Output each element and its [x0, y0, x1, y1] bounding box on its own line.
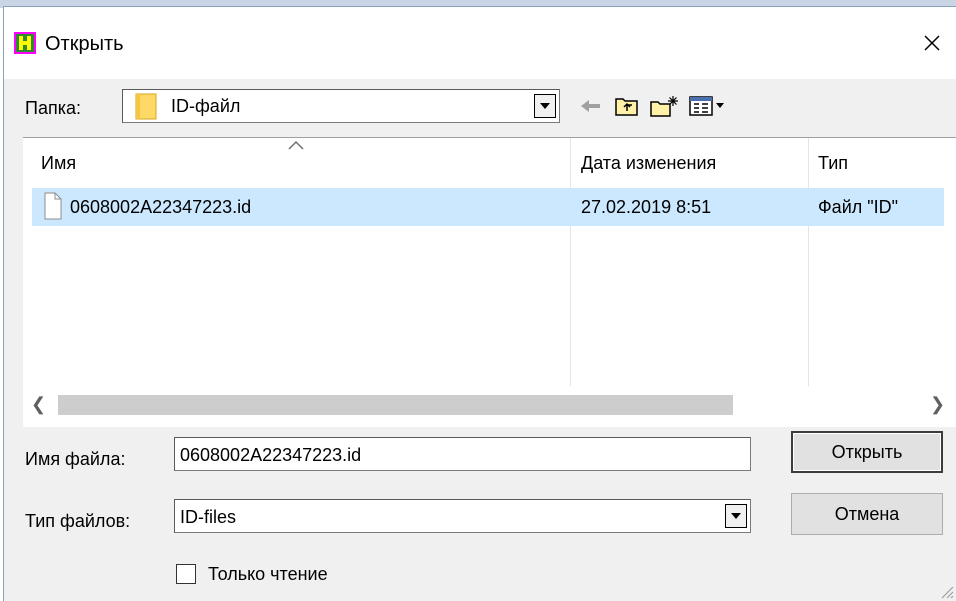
- filetype-select-value: ID-files: [180, 507, 237, 527]
- cancel-button[interactable]: Отмена: [791, 493, 943, 535]
- column-header-type[interactable]: Тип: [818, 152, 848, 174]
- filename-input[interactable]: 0608002A22347223.id: [174, 437, 751, 471]
- scroll-left-arrow-icon[interactable]: ❮: [31, 394, 46, 415]
- chevron-down-icon: [540, 103, 550, 109]
- view-menu-icon: [689, 96, 724, 116]
- folder-icon: [135, 93, 157, 120]
- title-bar[interactable]: Открыть: [4, 7, 956, 79]
- folder-dropdown-button[interactable]: [534, 94, 556, 118]
- readonly-label: Только чтение: [208, 564, 328, 584]
- close-icon: [924, 35, 940, 51]
- column-divider: [570, 138, 571, 386]
- new-folder-icon: [650, 96, 678, 117]
- sort-ascending-icon: [288, 140, 304, 150]
- file-row[interactable]: 0608002A22347223.id 27.02.2019 8:51 Файл…: [32, 188, 944, 226]
- folder-label: Папка:: [25, 98, 81, 118]
- filetype-dropdown-button[interactable]: [725, 504, 747, 528]
- folder-combo-value: ID-файл: [171, 96, 241, 116]
- new-folder-button[interactable]: [649, 91, 681, 121]
- back-arrow-icon: [581, 100, 600, 112]
- window-title: Открыть: [45, 33, 124, 55]
- back-button[interactable]: [579, 91, 603, 121]
- readonly-checkbox[interactable]: [176, 564, 196, 584]
- filetype-label: Тип файлов:: [25, 511, 131, 531]
- resize-grip-icon[interactable]: [938, 583, 954, 599]
- file-name: 0608002A22347223.id: [70, 197, 252, 217]
- column-divider: [808, 138, 809, 386]
- filename-label: Имя файла:: [25, 449, 126, 469]
- close-button[interactable]: [912, 25, 952, 61]
- file-icon: [44, 192, 62, 220]
- scrollbar-thumb[interactable]: [58, 395, 733, 415]
- column-header-date[interactable]: Дата изменения: [581, 152, 716, 174]
- filetype-select[interactable]: ID-files: [174, 499, 751, 533]
- chevron-down-icon: [731, 513, 741, 519]
- open-file-dialog: Открыть Папка: ID-файл Имя Дата изменени…: [3, 6, 956, 601]
- horizontal-scrollbar[interactable]: ❮ ❯: [23, 387, 956, 423]
- view-menu-button[interactable]: [688, 91, 728, 121]
- open-button[interactable]: Открыть: [791, 431, 943, 473]
- file-date: 27.02.2019 8:51: [581, 197, 712, 217]
- dialog-app-icon: [14, 32, 36, 54]
- up-folder-icon: [615, 98, 638, 116]
- up-folder-button[interactable]: [613, 91, 641, 121]
- folder-combo[interactable]: ID-файл: [122, 89, 560, 123]
- file-list[interactable]: Имя Дата изменения Тип 0608002A22347223.…: [23, 137, 956, 427]
- scroll-right-arrow-icon[interactable]: ❯: [930, 394, 945, 415]
- column-header-name[interactable]: Имя: [41, 152, 76, 174]
- filename-input-value: 0608002A22347223.id: [180, 445, 362, 465]
- file-type: Файл "ID": [818, 197, 899, 217]
